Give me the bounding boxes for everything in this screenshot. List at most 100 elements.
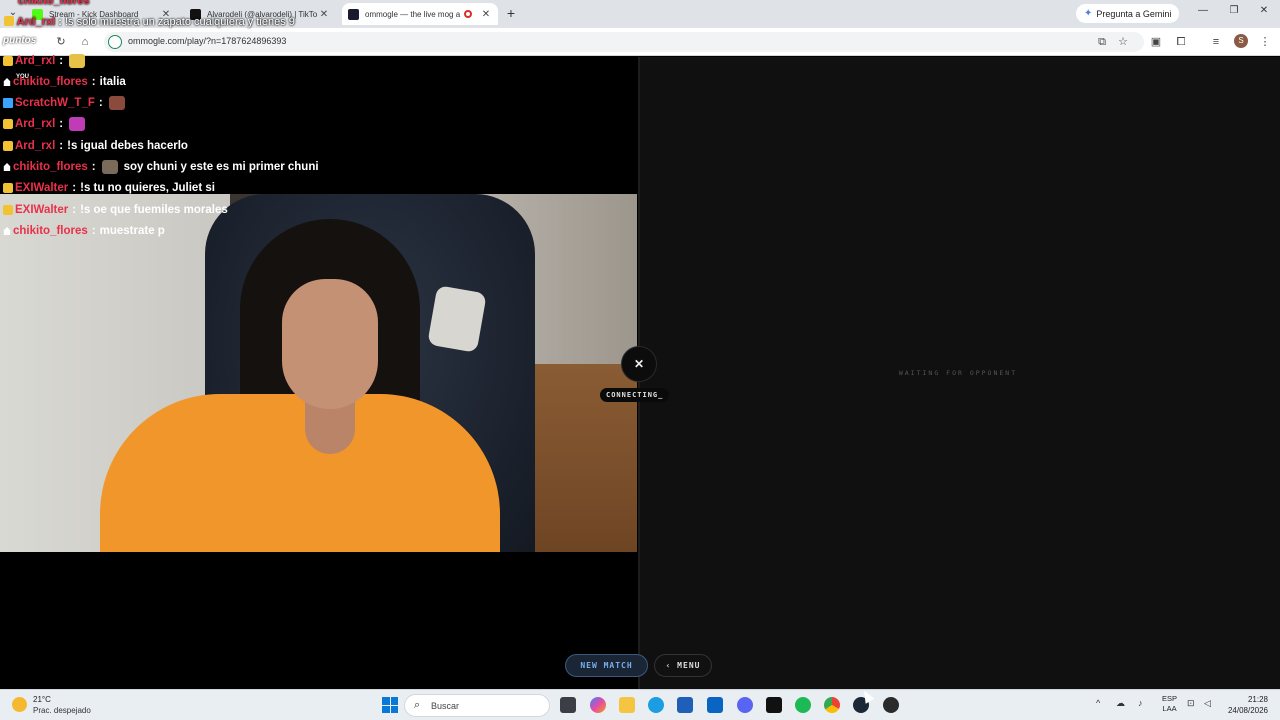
copilot-icon[interactable] xyxy=(590,697,606,713)
volume-icon[interactable]: ◁ xyxy=(1204,698,1211,709)
site-info-icon[interactable] xyxy=(108,35,122,49)
chat-emote-icon xyxy=(108,96,125,110)
chrome-menu-icon[interactable]: ⋮ xyxy=(1257,34,1273,50)
chat-separator: : xyxy=(98,97,103,109)
close-icon[interactable]: ✕ xyxy=(160,9,172,20)
chat-username[interactable]: Ard_rxl xyxy=(15,118,55,130)
screen-capture-icon[interactable]: ▣ xyxy=(1148,34,1164,50)
mod-badge-icon xyxy=(3,163,11,171)
chat-separator: : xyxy=(72,182,77,194)
chat-username[interactable]: ScratchW_T_F xyxy=(15,97,95,109)
tab-kick-dashboard[interactable]: Stream - Kick Dashboard ✕ xyxy=(26,3,178,25)
chat-emote-icon xyxy=(101,160,118,174)
new-match-button[interactable]: NEW MATCH xyxy=(565,654,648,677)
streamer-face xyxy=(282,279,378,409)
weather-sun-icon[interactable] xyxy=(12,697,27,712)
translate-icon[interactable]: ⧉ xyxy=(1094,34,1110,50)
chat-text: !s tu no quieres, Juliet si xyxy=(80,182,215,194)
tab-title: Alvarodeli (@alvarodeli) | TikTo xyxy=(207,9,318,19)
minimize-button[interactable]: — xyxy=(1195,5,1211,16)
tray-overflow-icon[interactable]: ^ xyxy=(1096,698,1100,708)
connecting-status: CONNECTING_ xyxy=(600,388,670,402)
chat-separator: : xyxy=(91,161,96,173)
gemini-label: Pregunta a Gemini xyxy=(1096,8,1172,19)
address-bar[interactable]: ommogle.com/play/?n=1787624896393 xyxy=(104,32,1144,52)
bookmark-star-icon[interactable]: ☆ xyxy=(1115,34,1131,50)
recording-icon xyxy=(464,10,472,18)
mod-badge-icon xyxy=(3,78,11,86)
window-close-button[interactable]: ✕ xyxy=(1256,5,1272,16)
browser-toolbar: ↻ ⌂ ommogle.com/play/?n=1787624896393 ⧉ … xyxy=(0,28,1280,56)
extensions-icon[interactable]: ⧠ xyxy=(1173,34,1189,50)
media-controls-icon[interactable]: ≡ xyxy=(1208,34,1224,50)
close-icon[interactable]: ✕ xyxy=(480,9,492,20)
kick-favicon-icon xyxy=(32,8,43,20)
tab-title: ommogle — the live mog a xyxy=(365,9,461,19)
chat-emote-icon xyxy=(69,117,86,131)
home-icon[interactable]: ⌂ xyxy=(77,34,93,50)
chat-text: !s igual debes hacerlo xyxy=(67,140,188,152)
store-icon[interactable] xyxy=(677,697,693,713)
sub-badge-icon xyxy=(3,56,13,66)
chat-username[interactable]: chikito_flores xyxy=(13,225,88,237)
gemini-button[interactable]: ✦ Pregunta a Gemini xyxy=(1076,4,1180,23)
chat-message: EXIWalter: !s oe que fuemiles morales xyxy=(3,201,228,219)
tab-search-icon[interactable]: ⌄ xyxy=(6,6,20,20)
weather-desc: Prac. despejado xyxy=(33,706,91,715)
chat-text: italia xyxy=(99,76,126,88)
start-icon[interactable] xyxy=(382,697,398,713)
chat-username[interactable]: EXIWalter xyxy=(15,204,68,216)
meet-now-icon[interactable]: ☁ xyxy=(1116,698,1125,709)
chat-text: !s oe que fuemiles morales xyxy=(80,204,228,216)
chat-username[interactable]: chikito_flores xyxy=(13,76,88,88)
menu-button[interactable]: ‹ MENU xyxy=(654,654,712,677)
obs-icon[interactable] xyxy=(883,697,899,713)
taskbar-clock[interactable]: 21:28 24/08/2026 xyxy=(1222,694,1268,716)
chat-separator: : xyxy=(91,76,96,88)
chat-separator: : xyxy=(91,225,96,237)
tiktok-favicon-icon xyxy=(190,8,201,20)
browser-tab-strip: ⌄ Stream - Kick Dashboard ✕ Alvarodeli (… xyxy=(0,0,1280,28)
reload-icon[interactable]: ↻ xyxy=(53,34,69,50)
network-icon[interactable]: ⊡ xyxy=(1187,698,1195,709)
tab-title: Stream - Kick Dashboard xyxy=(49,9,139,19)
microphone-icon[interactable]: ♪ xyxy=(1138,698,1143,708)
edge-icon[interactable] xyxy=(648,697,664,713)
waiting-status: WAITING FOR OPPONENT xyxy=(898,369,1018,377)
weather-temp: 21°C xyxy=(33,695,51,704)
chat-separator: : xyxy=(72,204,77,216)
ommogle-stage: ✕ CONNECTING_ WAITING FOR OPPONENT NEW M… xyxy=(0,57,1280,689)
terminal-icon[interactable] xyxy=(766,697,782,713)
chat-username[interactable]: Ard_rxl xyxy=(15,55,55,67)
ext-badge-icon xyxy=(3,98,13,108)
taskbar-search[interactable]: ⌕ Buscar xyxy=(404,694,550,717)
overlay-puntos: puntos xyxy=(3,35,37,46)
chrome-icon[interactable] xyxy=(824,697,840,713)
chat-message: EXIWalter: !s tu no quieres, Juliet si xyxy=(3,179,215,197)
chat-username[interactable]: chikito_flores xyxy=(13,161,88,173)
new-tab-button[interactable]: + xyxy=(504,5,518,21)
chat-message: chikito_flores: muestrate p xyxy=(3,222,165,240)
chat-message: Ard_rxl: xyxy=(3,115,86,133)
restore-button[interactable]: ❐ xyxy=(1226,5,1242,16)
discord-icon[interactable] xyxy=(737,697,753,713)
chat-text: muestrate p xyxy=(99,225,165,237)
chat-username[interactable]: EXIWalter xyxy=(15,182,68,194)
chat-separator: : xyxy=(59,140,64,152)
search-placeholder: Buscar xyxy=(431,701,460,711)
chat-username[interactable]: Ard_rxl xyxy=(15,140,55,152)
outlook-icon[interactable] xyxy=(707,697,723,713)
close-icon[interactable]: ✕ xyxy=(318,9,330,20)
profile-avatar[interactable]: S xyxy=(1234,34,1248,48)
spotify-icon[interactable] xyxy=(795,697,811,713)
tab-ommogle[interactable]: ommogle — the live mog a ✕ xyxy=(342,3,498,25)
chat-text: soy chuni y este es mi primer chuni xyxy=(123,161,319,173)
file-explorer-icon[interactable] xyxy=(619,697,635,713)
sub-badge-icon xyxy=(3,205,13,215)
search-icon: ⌕ xyxy=(414,699,421,711)
task-view-icon[interactable] xyxy=(560,697,576,713)
url-text: ommogle.com/play/?n=1787624896393 xyxy=(128,36,287,46)
language-indicator[interactable]: ESP LAA xyxy=(1162,694,1177,714)
sub-badge-icon xyxy=(3,141,13,151)
tab-tiktok[interactable]: Alvarodeli (@alvarodeli) | TikTo ✕ xyxy=(184,3,336,25)
